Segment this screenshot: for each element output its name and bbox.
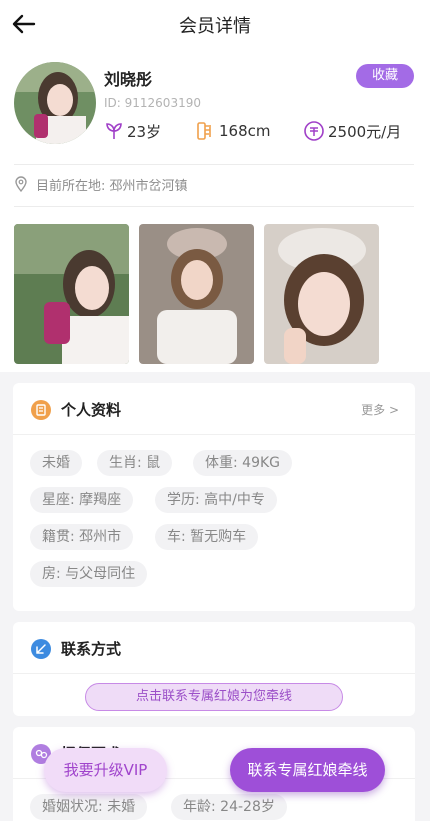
height-value: 168cm — [219, 122, 271, 140]
card-title: 个人资料 — [61, 401, 122, 419]
more-link[interactable]: 更多 > — [361, 401, 399, 418]
info-tag: 星座: 摩羯座 — [30, 487, 134, 513]
upgrade-vip-button[interactable]: 我要升级VIP — [44, 748, 167, 792]
info-tag: 车: 暂无购车 — [155, 524, 259, 550]
income-stat: 2500元/月 — [303, 120, 401, 142]
contact-card: 联系方式 点击联系专属红娘为您牵线 — [13, 622, 415, 716]
age-stat: 23岁 — [104, 120, 161, 142]
salary-icon — [304, 121, 324, 141]
card-title: 联系方式 — [61, 640, 122, 658]
personal-info-card: 个人资料 更多 > 未婚 生肖: 鼠 体重: 49KG 星座: 摩羯座 学历: … — [13, 383, 415, 611]
requirement-tag: 年龄: 24-28岁 — [171, 794, 287, 820]
top-bar: 会员详情 — [0, 0, 430, 48]
info-tag: 学历: 高中/中专 — [155, 487, 277, 513]
contact-card-icon — [31, 639, 51, 659]
info-tag: 生肖: 鼠 — [97, 450, 173, 476]
member-id: ID: 9112603190 — [104, 96, 201, 110]
profile-header: 刘晓彤 ID: 9112603190 收藏 23岁 168cm 2500元/月 — [0, 56, 430, 166]
divider — [14, 164, 414, 165]
member-name: 刘晓彤 — [104, 70, 153, 89]
age-value: 23岁 — [127, 122, 162, 141]
page-title: 会员详情 — [179, 16, 251, 37]
contact-matchmaker-button[interactable]: 点击联系专属红娘为您牵线 — [85, 683, 343, 711]
photo-gallery — [14, 224, 379, 364]
income-value: 2500元/月 — [328, 122, 402, 141]
divider — [14, 206, 414, 207]
avatar[interactable] — [14, 62, 96, 144]
gallery-photo[interactable] — [139, 224, 254, 364]
contact-matchmaker-fab[interactable]: 联系专属红娘牵线 — [230, 748, 385, 792]
location-text: 目前所在地: 邳州市岔河镇 — [36, 178, 188, 194]
gallery-photo[interactable] — [264, 224, 379, 364]
card-header: 联系方式 — [13, 622, 415, 674]
ruler-icon — [197, 122, 211, 140]
info-tag: 房: 与父母同住 — [30, 561, 148, 587]
location-row: 目前所在地: 邳州市岔河镇 — [14, 172, 188, 196]
location-pin-icon — [15, 176, 27, 192]
gallery-photo[interactable] — [14, 224, 129, 364]
info-tag: 未婚 — [30, 450, 82, 476]
card-header: 个人资料 更多 > — [13, 383, 415, 435]
info-tag: 体重: 49KG — [193, 450, 293, 476]
requirement-tag: 婚姻状况: 未婚 — [30, 794, 148, 820]
profile-card-icon — [31, 400, 51, 420]
favorite-button[interactable]: 收藏 — [356, 64, 414, 88]
avatar-photo — [14, 62, 96, 144]
sprout-icon — [106, 123, 122, 139]
info-tag: 籍贯: 邳州市 — [30, 524, 134, 550]
height-stat: 168cm — [196, 120, 271, 142]
